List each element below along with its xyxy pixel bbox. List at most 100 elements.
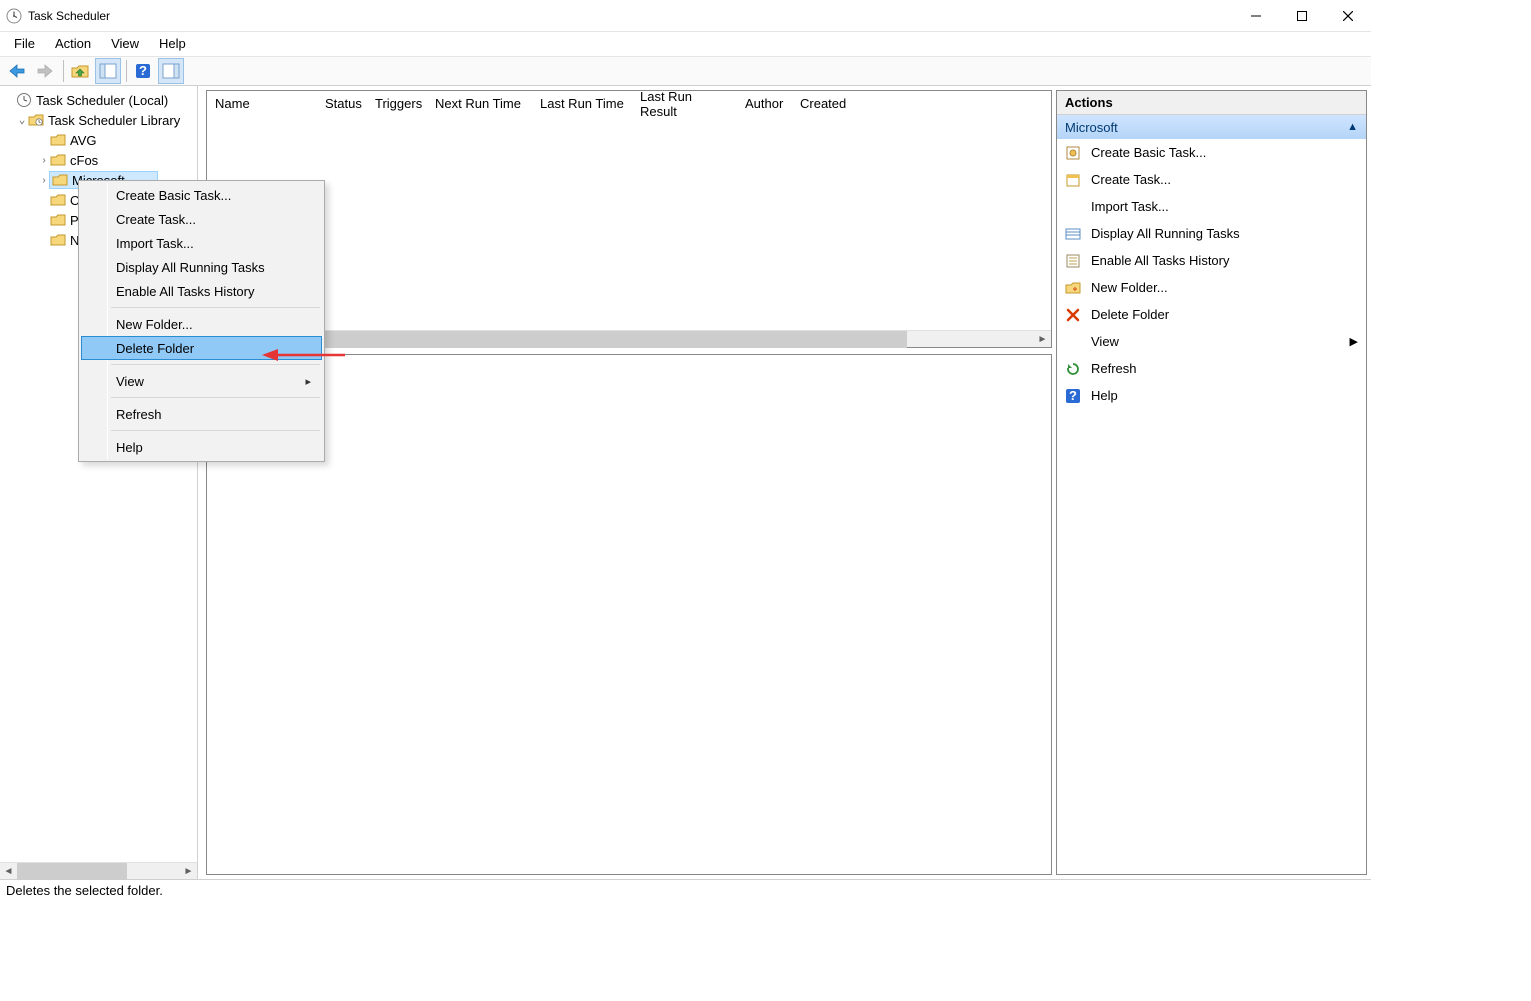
task-list: Name Status Triggers Next Run Time Last … (206, 90, 1052, 348)
scroll-left-icon[interactable]: ◄ (0, 863, 17, 880)
toolbar: ? (0, 56, 1371, 86)
context-help[interactable]: Help (81, 435, 322, 459)
refresh-icon (1065, 361, 1081, 377)
close-button[interactable] (1325, 0, 1371, 31)
context-enable-history[interactable]: Enable All Tasks History (81, 279, 322, 303)
column-last-result[interactable]: Last Run Result (632, 91, 737, 116)
scroll-right-icon[interactable]: ► (1034, 331, 1051, 348)
window-title: Task Scheduler (28, 9, 1233, 23)
context-create-task[interactable]: Create Task... (81, 207, 322, 231)
action-new-folder[interactable]: New Folder... (1057, 274, 1366, 301)
tree-label: cFos (70, 153, 98, 168)
show-tree-button[interactable] (95, 58, 121, 84)
menu-help[interactable]: Help (149, 33, 196, 54)
up-folder-button[interactable] (67, 58, 93, 84)
action-delete-folder[interactable]: Delete Folder (1057, 301, 1366, 328)
nav-back-button[interactable] (4, 58, 30, 84)
action-label: Display All Running Tasks (1091, 226, 1240, 241)
library-icon (28, 112, 44, 128)
context-refresh[interactable]: Refresh (81, 402, 322, 426)
task-icon (1065, 172, 1081, 188)
action-refresh[interactable]: Refresh (1057, 355, 1366, 382)
tree-folder-avg[interactable]: AVG (0, 130, 197, 150)
show-actions-button[interactable] (158, 58, 184, 84)
scroll-right-icon[interactable]: ► (180, 863, 197, 880)
action-label: Enable All Tasks History (1091, 253, 1230, 268)
expand-icon[interactable]: › (38, 155, 50, 166)
folder-icon (50, 212, 66, 228)
maximize-button[interactable] (1279, 0, 1325, 31)
context-new-folder[interactable]: New Folder... (81, 312, 322, 336)
title-bar: Task Scheduler (0, 0, 1371, 32)
minimize-button[interactable] (1233, 0, 1279, 31)
column-created[interactable]: Created (792, 91, 852, 116)
task-list-body[interactable] (207, 116, 1051, 330)
action-create-basic-task[interactable]: Create Basic Task... (1057, 139, 1366, 166)
action-label: Help (1091, 388, 1118, 403)
tree-horizontal-scrollbar[interactable]: ◄ ► (0, 862, 197, 879)
action-label: Delete Folder (1091, 307, 1169, 322)
status-text: Deletes the selected folder. (6, 883, 163, 898)
tree-library[interactable]: ⌄ Task Scheduler Library (0, 110, 197, 130)
column-last-run[interactable]: Last Run Time (532, 91, 632, 116)
tree-folder-cfos[interactable]: › cFos (0, 150, 197, 170)
status-bar: Deletes the selected folder. (0, 879, 1371, 901)
history-icon (1065, 253, 1081, 269)
action-help[interactable]: ? Help (1057, 382, 1366, 409)
expand-icon[interactable]: › (38, 175, 50, 186)
action-label: Import Task... (1091, 199, 1169, 214)
tree-label: AVG (70, 133, 97, 148)
svg-text:?: ? (1069, 388, 1077, 403)
actions-group-label: Microsoft (1065, 120, 1118, 135)
context-create-basic-task[interactable]: Create Basic Task... (81, 183, 322, 207)
menu-separator (111, 397, 320, 398)
folder-icon (50, 192, 66, 208)
column-next-run[interactable]: Next Run Time (427, 91, 532, 116)
toolbar-separator (126, 60, 127, 82)
blank-icon (1065, 334, 1081, 350)
context-delete-folder[interactable]: Delete Folder (81, 336, 322, 360)
menu-label: Refresh (116, 407, 162, 422)
menu-label: Enable All Tasks History (116, 284, 255, 299)
clock-icon (16, 92, 32, 108)
action-label: New Folder... (1091, 280, 1168, 295)
column-status[interactable]: Status (317, 91, 367, 116)
task-details-panel (206, 354, 1052, 875)
collapse-icon[interactable]: ⌄ (16, 113, 28, 126)
context-import-task[interactable]: Import Task... (81, 231, 322, 255)
column-name[interactable]: Name (207, 91, 317, 116)
actions-group-header[interactable]: Microsoft ▲ (1057, 115, 1366, 139)
action-label: Create Task... (1091, 172, 1171, 187)
menu-view[interactable]: View (101, 33, 149, 54)
menu-action[interactable]: Action (45, 33, 101, 54)
tree-root[interactable]: Task Scheduler (Local) (0, 90, 197, 110)
action-view[interactable]: View ▶ (1057, 328, 1366, 355)
action-display-running[interactable]: Display All Running Tasks (1057, 220, 1366, 247)
context-menu: Create Basic Task... Create Task... Impo… (78, 180, 325, 462)
list-horizontal-scrollbar[interactable]: ► (207, 330, 1051, 347)
folder-icon (50, 132, 66, 148)
menu-file[interactable]: File (4, 33, 45, 54)
wizard-icon (1065, 145, 1081, 161)
action-enable-history[interactable]: Enable All Tasks History (1057, 247, 1366, 274)
nav-forward-button[interactable] (32, 58, 58, 84)
help-icon: ? (1065, 388, 1081, 404)
menu-label: Create Task... (116, 212, 196, 227)
context-view[interactable]: View▸ (81, 369, 322, 393)
context-display-running[interactable]: Display All Running Tasks (81, 255, 322, 279)
menu-label: Delete Folder (116, 341, 194, 356)
action-create-task[interactable]: Create Task... (1057, 166, 1366, 193)
svg-text:?: ? (139, 63, 147, 78)
column-author[interactable]: Author (737, 91, 792, 116)
menu-separator (111, 307, 320, 308)
scrollbar-thumb[interactable] (17, 863, 127, 880)
action-import-task[interactable]: Import Task... (1057, 193, 1366, 220)
help-button[interactable]: ? (130, 58, 156, 84)
menu-bar: File Action View Help (0, 32, 1371, 56)
actions-pane: Actions Microsoft ▲ Create Basic Task...… (1056, 90, 1367, 875)
action-label: Refresh (1091, 361, 1137, 376)
column-triggers[interactable]: Triggers (367, 91, 427, 116)
submenu-arrow-icon: ▸ (305, 375, 311, 388)
toolbar-separator (63, 60, 64, 82)
import-icon (1065, 199, 1081, 215)
